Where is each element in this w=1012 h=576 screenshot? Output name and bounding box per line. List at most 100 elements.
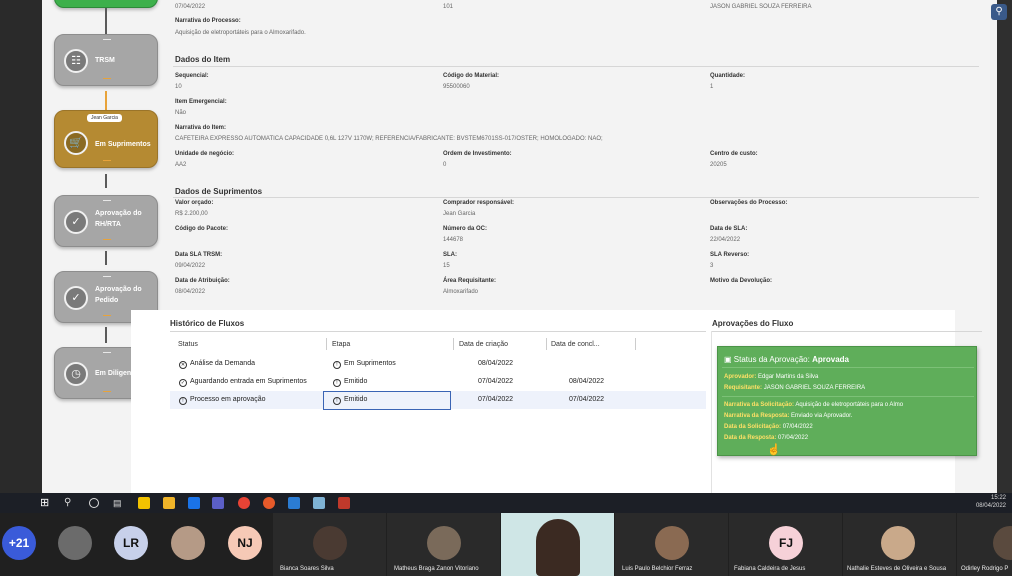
participant-tile[interactable]: FJ Fabiana Caldeira de Jesus <box>729 513 842 576</box>
participant-tile[interactable]: Nathalie Esteves de Oliveira e Sousa <box>843 513 956 576</box>
narrative-value: Aquisição de eletroportáteis para o Almo… <box>175 30 306 36</box>
cost-center-value: 20205 <box>710 162 727 168</box>
left-window-edge <box>0 0 42 493</box>
request-date-value: 07/04/2022 <box>782 424 813 430</box>
po-number-label: Número da OC: <box>443 226 488 232</box>
workflow-step-previous[interactable] <box>54 0 158 8</box>
task-view-icon[interactable]: ▤ <box>113 497 125 509</box>
approval-status-icon: ▣ <box>724 355 732 364</box>
table-row[interactable]: ✕ Análise da Demanda ! Em Suprimentos 08/0… <box>170 355 706 373</box>
sla-date-label: Data de SLA: <box>710 226 748 232</box>
participant-avatar[interactable] <box>58 526 92 560</box>
system-clock[interactable]: 15:22 08/04/2022 <box>976 494 1006 510</box>
card-divider <box>722 367 974 368</box>
process-requester: JASON GABRIEL SOUZA FERREIRA <box>710 4 812 10</box>
row-completed: 08/04/2022 <box>569 378 605 385</box>
section-divider <box>173 197 979 198</box>
approval-card[interactable]: ▣ Status da Aprovação: Aprovada Aprovado… <box>717 346 977 456</box>
sla-date-value: 22/04/2022 <box>710 237 741 243</box>
panel-divider <box>711 331 712 493</box>
chrome-icon[interactable] <box>238 497 250 509</box>
request-narrative-value: Aquisição de eletroportáteis para o Almo <box>795 402 904 408</box>
search-icon[interactable]: ⚲ <box>991 4 1007 20</box>
workflow-step-aprovacao-rh[interactable]: ✓ Aprovação do RH/RTA <box>54 195 158 247</box>
column-header-status[interactable]: Status <box>178 341 198 348</box>
participant-name: Nathalie Esteves de Oliveira e Sousa <box>847 566 947 572</box>
participant-tile[interactable]: Matheus Braga Zanon Vitoriano <box>387 513 500 576</box>
quantity-value: 1 <box>710 84 714 90</box>
step-dash <box>103 352 111 353</box>
step-label: Em Suprimentos <box>95 141 151 148</box>
column-separator[interactable] <box>635 338 636 350</box>
participant-name: Luis Paulo Belchior Ferraz <box>622 566 693 572</box>
participant-video-active[interactable] <box>501 513 614 576</box>
observations-label: Observações do Processo: <box>710 200 788 206</box>
approver-label: Aprovador: <box>724 374 757 380</box>
column-header-etapa[interactable]: Etapa <box>332 341 350 348</box>
narrative-label: Narrativa do Processo: <box>175 18 241 24</box>
video-call-strip: +21 LR NJ Bianca Soares Silva Matheus Br… <box>0 513 1012 576</box>
participant-avatar[interactable]: NJ <box>228 526 262 560</box>
alert-circle-icon: ! <box>333 379 341 387</box>
sla-reverse-value: 3 <box>710 263 714 269</box>
flow-connector <box>105 8 107 34</box>
requester-label: Requisitante: <box>724 385 763 391</box>
flow-connector <box>105 91 107 110</box>
column-separator[interactable] <box>453 338 454 350</box>
participant-photo <box>881 526 915 560</box>
participant-avatar[interactable] <box>171 526 205 560</box>
participant-avatar: FJ <box>769 526 803 560</box>
material-code-label: Código do Material: <box>443 73 499 79</box>
calendar-check-icon: ✓ <box>64 210 88 234</box>
file-explorer-icon[interactable] <box>163 497 175 509</box>
row-status: Aguardando entrada em Suprimentos <box>190 378 307 385</box>
participant-tile[interactable]: Luis Paulo Belchior Ferraz <box>615 513 728 576</box>
hand-cursor-icon: ☝ <box>767 444 781 456</box>
cart-icon: 🛒 <box>64 131 88 155</box>
workflow-step-trsm[interactable]: ☷ TRSM <box>54 34 158 86</box>
step-dash <box>103 200 111 201</box>
column-header-completed[interactable]: Data de concl... <box>551 341 600 348</box>
card-divider <box>722 396 974 397</box>
shield-icon[interactable] <box>338 497 350 509</box>
investment-order-value: 0 <box>443 162 447 168</box>
windows-start-icon[interactable]: ⊞ <box>40 497 52 509</box>
cost-center-label: Centro de custo: <box>710 151 758 157</box>
participant-avatar[interactable]: LR <box>114 526 148 560</box>
cortana-icon[interactable] <box>89 498 99 508</box>
sla-trsm-value: 09/04/2022 <box>175 263 206 269</box>
remote-desktop-icon[interactable] <box>288 497 300 509</box>
row-etapa: Em Suprimentos <box>344 360 396 367</box>
search-icon[interactable]: ⚲ <box>64 497 76 509</box>
sequencial-value: 10 <box>175 84 182 90</box>
sequencial-label: Sequencial: <box>175 73 209 79</box>
step-dash <box>103 239 111 240</box>
calendar-check-icon: ✓ <box>64 286 88 310</box>
powerpoint-icon[interactable] <box>263 497 275 509</box>
step-dash <box>103 160 111 161</box>
process-date: 07/04/2022 <box>175 4 206 10</box>
approval-status-value: Aprovada <box>812 355 849 364</box>
app-icon[interactable] <box>313 497 325 509</box>
column-separator[interactable] <box>546 338 547 350</box>
step-dash <box>103 39 111 40</box>
teams-icon[interactable] <box>212 497 224 509</box>
power-bi-icon[interactable] <box>138 497 150 509</box>
sla-value: 15 <box>443 263 450 269</box>
emergency-label: Item Emergencial: <box>175 99 227 105</box>
participant-tile[interactable]: Odirley Rodrigo P <box>957 513 1012 576</box>
step-dash <box>103 276 111 277</box>
request-narrative-label: Narrativa da Solicitação: <box>724 402 795 408</box>
approvals-title: Aprovações do Fluxo <box>712 319 794 328</box>
table-row[interactable]: ✓ Aguardando entrada em Suprimentos ! Emit… <box>170 373 706 391</box>
participant-tile[interactable]: Bianca Soares Silva <box>273 513 386 576</box>
workflow-step-em-suprimentos[interactable]: Jean Garcia 🛒 Em Suprimentos <box>54 110 158 168</box>
assignee-badge: Jean Garcia <box>87 114 122 122</box>
column-separator[interactable] <box>326 338 327 350</box>
column-header-created[interactable]: Data de criação <box>459 341 508 348</box>
more-participants-button[interactable]: +21 <box>2 526 36 560</box>
section-divider <box>173 66 979 67</box>
outlook-icon[interactable] <box>188 497 200 509</box>
step-label: Aprovação do Pedido <box>95 286 142 304</box>
check-circle-icon: ✓ <box>179 379 187 387</box>
